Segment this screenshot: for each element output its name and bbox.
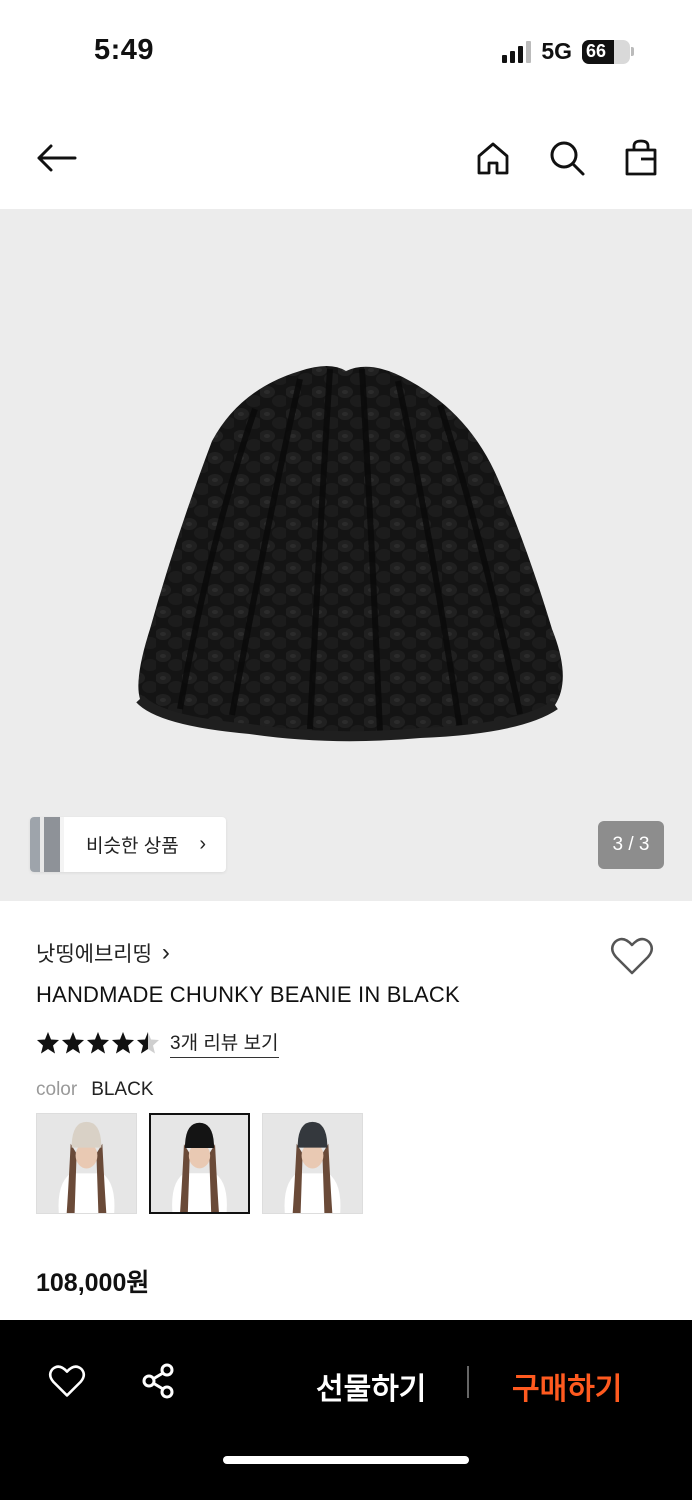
heart-icon bbox=[48, 1365, 86, 1397]
image-page-counter: 3 / 3 bbox=[598, 821, 664, 869]
product-image-gallery[interactable]: 비슷한 상품 › 3 / 3 bbox=[0, 209, 692, 901]
product-image-beanie bbox=[136, 366, 563, 742]
star-icon bbox=[37, 1032, 59, 1054]
search-icon bbox=[550, 141, 585, 176]
shopping-bag-icon bbox=[625, 139, 657, 176]
similar-products-label: 비슷한 상품 bbox=[86, 836, 179, 857]
color-swatch-charcoal[interactable] bbox=[262, 1113, 363, 1214]
signal-icon bbox=[502, 40, 532, 63]
review-link[interactable]: 3개 리뷰 보기 bbox=[170, 1028, 279, 1058]
share-button[interactable] bbox=[136, 1360, 180, 1402]
share-icon bbox=[142, 1363, 174, 1399]
status-indicators: 5G 66 bbox=[502, 38, 634, 65]
brand-name: 낫띵에브리띵 bbox=[36, 943, 152, 966]
gift-button[interactable]: 선물하기 bbox=[316, 1364, 426, 1408]
selected-color: BLACK bbox=[91, 1079, 154, 1100]
arrow-left-icon bbox=[37, 144, 77, 172]
swatch-image bbox=[263, 1114, 362, 1213]
product-price: 108,000원 bbox=[36, 1269, 150, 1297]
color-label: color bbox=[36, 1079, 78, 1100]
bottom-action-bar: 선물하기 구매하기 bbox=[0, 1320, 692, 1500]
star-icon bbox=[87, 1032, 109, 1054]
product-title: HANDMADE CHUNKY BEANIE IN BLACK bbox=[36, 982, 460, 1007]
home-icon bbox=[477, 142, 509, 175]
bottom-wishlist-button[interactable] bbox=[44, 1360, 90, 1402]
network-type: 5G bbox=[541, 38, 572, 64]
divider bbox=[467, 1366, 469, 1398]
star-icon bbox=[137, 1032, 159, 1054]
star-rating bbox=[36, 1031, 160, 1055]
similar-products-button[interactable]: 비슷한 상품 › bbox=[30, 817, 226, 872]
color-swatches bbox=[36, 1113, 363, 1214]
swatch-image bbox=[151, 1115, 248, 1212]
rating-row: 3개 리뷰 보기 bbox=[36, 1028, 279, 1058]
battery-icon: 66 bbox=[582, 39, 634, 64]
brand-link[interactable]: 낫띵에브리띵 › bbox=[36, 938, 170, 968]
cart-button[interactable] bbox=[619, 136, 663, 180]
battery-level: 66 bbox=[586, 41, 607, 61]
star-icon bbox=[62, 1032, 84, 1054]
chevron-right-icon: › bbox=[161, 939, 170, 966]
wishlist-button[interactable] bbox=[610, 936, 654, 981]
heart-outline-icon bbox=[611, 937, 653, 975]
star-icon bbox=[112, 1032, 134, 1054]
similar-products-thumbnail bbox=[30, 817, 64, 872]
home-indicator bbox=[223, 1456, 469, 1464]
back-button[interactable] bbox=[34, 136, 78, 180]
color-swatch-black[interactable] bbox=[149, 1113, 250, 1214]
status-bar: 5:49 5G 66 bbox=[0, 0, 692, 100]
search-button[interactable] bbox=[545, 136, 589, 180]
color-option-row: color BLACK bbox=[36, 1079, 154, 1101]
chevron-right-icon: › bbox=[199, 833, 206, 855]
home-button[interactable] bbox=[471, 136, 515, 180]
color-swatch-ivory[interactable] bbox=[36, 1113, 137, 1214]
swatch-image bbox=[37, 1114, 136, 1213]
top-nav-bar bbox=[0, 118, 692, 198]
buy-button[interactable]: 구매하기 bbox=[512, 1364, 622, 1408]
status-time: 5:49 bbox=[94, 34, 155, 66]
